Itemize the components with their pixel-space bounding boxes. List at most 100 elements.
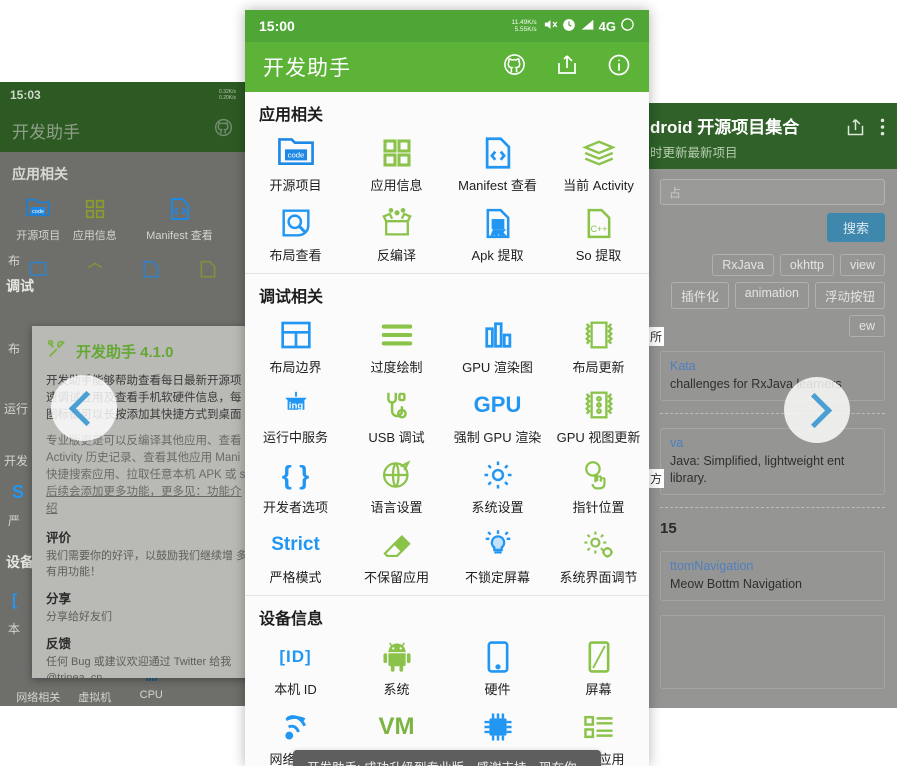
left-grid-item[interactable]: [123, 251, 180, 293]
grid-item-developer-options[interactable]: { } 开发者选项: [245, 453, 346, 523]
grid-item-so-extract[interactable]: C++ So 提取: [548, 201, 649, 271]
project-card[interactable]: va Java: Simplified, lightweight ent lib…: [660, 428, 885, 495]
overflow-menu-icon[interactable]: [880, 117, 885, 142]
grid-item-apk-extract[interactable]: APK Apk 提取: [447, 201, 548, 271]
center-app-bar: 开发助手: [245, 42, 649, 92]
svg-text:ing: ing: [288, 401, 303, 412]
code-file-icon: [123, 194, 236, 224]
next-screenshot-button[interactable]: [784, 377, 850, 443]
grid-item-open-source-project[interactable]: code 开源项目: [245, 131, 346, 201]
left-grid-item[interactable]: [67, 251, 124, 293]
share-icon[interactable]: [845, 117, 866, 143]
left-item-label: 网络相关: [16, 692, 61, 704]
svg-text:code: code: [287, 150, 304, 159]
grid-item-usb-debug[interactable]: USB 调试: [346, 383, 447, 453]
list-icon: [548, 707, 649, 747]
left-section-title-0: 应用相关: [12, 166, 68, 182]
section-divider: [660, 413, 885, 414]
tag-chip[interactable]: RxJava: [712, 254, 774, 276]
grid-item-label: 系统: [383, 682, 410, 697]
id-brackets-icon: [ID]: [279, 647, 312, 666]
info-icon[interactable]: [607, 53, 631, 82]
tools-icon: [46, 338, 68, 365]
grid-item-layout-update[interactable]: 布局更新: [548, 313, 649, 383]
dialog-section-title: 评价: [46, 531, 72, 545]
layers-icon: [548, 133, 649, 173]
strict-text-icon: S: [12, 482, 25, 502]
grid-item-system-ui-tuner[interactable]: 系统界面调节: [548, 523, 649, 593]
grid-item-language-settings[interactable]: 语言设置: [346, 453, 447, 523]
svg-text:APK: APK: [492, 230, 504, 236]
project-card[interactable]: [660, 615, 885, 689]
grid-item-manifest-viewer[interactable]: Manifest 查看: [447, 131, 548, 201]
id-brackets-icon: [: [12, 592, 18, 609]
grid-item-device-id[interactable]: [ID] 本机 ID: [245, 635, 346, 705]
tag-chip[interactable]: okhttp: [779, 254, 834, 276]
tag-chip[interactable]: animation: [734, 282, 809, 309]
dialog-p2d[interactable]: 后续会添加更多功能，更多见：功能介绍: [46, 486, 242, 515]
grid-item-decompile[interactable]: 反编译: [346, 201, 447, 271]
grid-item-overdraw[interactable]: 过度绘制: [346, 313, 447, 383]
project-card[interactable]: Kata challenges for RxJava learners: [660, 351, 885, 401]
grid-item-system[interactable]: 系统: [346, 635, 447, 705]
gear-plus-icon: [548, 525, 649, 565]
chevron-right-icon: [796, 392, 833, 428]
grid-item-label: 当前 Activity: [563, 178, 634, 193]
grid-item-system-settings[interactable]: 系统设置: [447, 453, 548, 523]
bulb-icon: [447, 525, 548, 565]
left-grid-item[interactable]: code 开源项目: [10, 190, 67, 251]
grid-item-current-activity[interactable]: 当前 Activity: [548, 131, 649, 201]
open-box-icon: [67, 255, 124, 285]
grid-item-running-services[interactable]: ing 运行中服务: [245, 383, 346, 453]
project-card-title: ttomNavigation: [670, 559, 754, 573]
gpu-view-update-icon: [548, 385, 649, 425]
grid-item-app-info[interactable]: 应用信息: [346, 131, 447, 201]
grid-item-force-gpu[interactable]: GPU 强制 GPU 渲染: [447, 383, 548, 453]
left-grid-item[interactable]: Manifest 查看: [123, 190, 236, 251]
grid-item-screen[interactable]: 屏幕: [548, 635, 649, 705]
project-card[interactable]: ttomNavigation Meow Bottm Navigation: [660, 551, 885, 601]
right-app-subtitle: 时更新最新项目: [650, 146, 738, 160]
github-icon[interactable]: [502, 52, 527, 82]
center-network-speed: 11.49K/s 5.55K/s: [511, 19, 536, 34]
left-grid-item[interactable]: 应用信息: [67, 190, 124, 251]
grid-item-label: USB 调试: [368, 430, 425, 445]
right-phone-body: 占 搜索 RxJava okhttp view 插件化 animation 浮动…: [648, 169, 897, 708]
left-app-title: 开发助手: [12, 122, 80, 142]
usb-cable-icon: [346, 385, 447, 425]
dialog-paragraph-2: 专业版更是可以反编译其他应用、查看 Activity 历史记录、查看其他应用 M…: [46, 433, 246, 518]
grid-item-keep-screen-on[interactable]: 不锁定屏幕: [447, 523, 548, 593]
grid-item-pointer-location[interactable]: 指针位置: [548, 453, 649, 523]
right-title-wrap: droid 开源项目集合 时更新最新项目: [648, 113, 831, 161]
left-fragment-0: 布: [8, 254, 21, 268]
dialog-section-body[interactable]: 任何 Bug 或建议欢迎通过 Twitter 给我 @trinea_cn: [46, 654, 246, 678]
center-section-title: 应用相关: [245, 92, 649, 131]
grid-item-hardware[interactable]: 硬件: [447, 635, 548, 705]
ing-badge-icon: ing: [245, 385, 346, 425]
search-button[interactable]: 搜索: [826, 213, 885, 242]
grid-item-dont-keep-activities[interactable]: 不保留应用: [346, 523, 447, 593]
grid-item-gpu-view-update[interactable]: GPU 视图更新: [548, 383, 649, 453]
prev-screenshot-button[interactable]: [51, 375, 117, 441]
grid-item-gpu-render[interactable]: GPU 渲染图: [447, 313, 548, 383]
network-type-label: 4G: [598, 18, 616, 34]
center-phone-screenshot: 15:00 11.49K/s 5.55K/s 4G 开发助手 应用相关 code…: [245, 10, 649, 766]
tag-chip-list: RxJava okhttp view 插件化 animation 浮动按钮 ew: [660, 254, 885, 337]
center-section-grid: [ID] 本机 ID 系统 硬件 屏幕 VM: [245, 635, 649, 766]
tag-chip[interactable]: view: [839, 254, 885, 276]
alarm-clock-icon: [562, 18, 576, 35]
grid-item-layout-bounds[interactable]: 布局边界: [245, 313, 346, 383]
share-icon[interactable]: [555, 53, 579, 82]
grid-item-layout-viewer[interactable]: 布局查看: [245, 201, 346, 271]
code-folder-icon: code: [10, 194, 67, 224]
grid-item-strict-mode[interactable]: Strict 严格模式: [245, 523, 346, 593]
open-box-icon: [346, 203, 447, 243]
tag-chip[interactable]: ew: [849, 315, 885, 337]
search-input[interactable]: 占: [660, 179, 885, 205]
grid-item-label: 系统设置: [471, 500, 524, 515]
tag-chip[interactable]: 插件化: [671, 282, 729, 309]
github-icon[interactable]: [213, 117, 234, 143]
left-grid-item[interactable]: [180, 251, 237, 293]
tag-chip[interactable]: 浮动按钮: [814, 282, 885, 309]
cpp-file-icon: C++: [548, 203, 649, 243]
